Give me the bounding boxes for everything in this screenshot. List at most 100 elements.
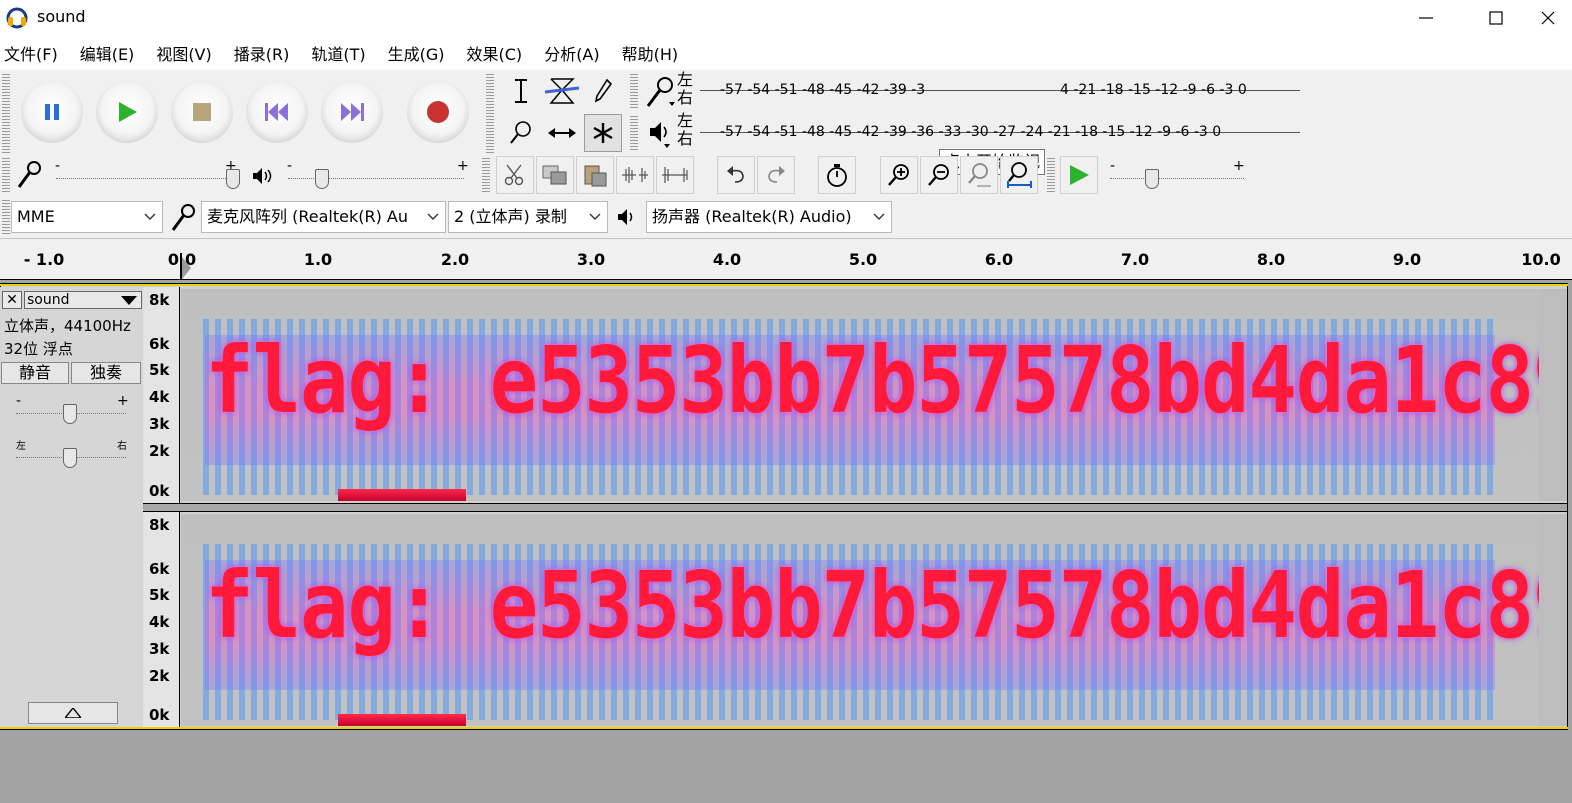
spectrogram-right-channel[interactable]: flag: e5353bb7b57578bd4da1c898a8e2d767 (181, 514, 1539, 726)
stop-icon (193, 103, 211, 121)
record-channel-left-label: 左 (677, 70, 694, 89)
spectrogram-left-channel[interactable]: flag: e5353bb7b57578bd4da1c898a8e2d767 (181, 289, 1539, 501)
menu-file[interactable]: 文件(F) (0, 41, 58, 65)
audio-host-select[interactable]: MME (11, 201, 163, 233)
play-icon (119, 102, 137, 122)
play-meter-speaker-icon[interactable] (648, 118, 674, 148)
track-name-menu[interactable]: sound (24, 291, 142, 309)
toolbar-grip[interactable] (2, 74, 10, 154)
play-speed-slider[interactable] (1110, 178, 1244, 179)
output-volume-thumb[interactable] (315, 169, 329, 189)
zoom-out-button[interactable] (920, 156, 958, 194)
record-meter-mic-icon[interactable] (645, 76, 677, 110)
toolbar-grip[interactable] (486, 74, 494, 154)
toolbar-grip[interactable] (630, 74, 638, 110)
play-speed-thumb[interactable] (1145, 169, 1159, 189)
pan-thumb[interactable] (63, 448, 77, 468)
freq-label: 8k (149, 516, 170, 534)
ruler-label: 9.0 (1392, 250, 1422, 269)
recording-device-select[interactable]: 麦克风阵列 (Realtek(R) Au (201, 201, 446, 233)
mute-button[interactable]: 静音 (1, 362, 69, 384)
menu-generate[interactable]: 生成(G) (384, 41, 445, 65)
multi-tool-button[interactable] (584, 114, 622, 152)
stop-button[interactable] (171, 81, 233, 143)
record-button[interactable] (407, 81, 469, 143)
menu-analyze[interactable]: 分析(A) (540, 41, 599, 65)
menu-bar: 文件(F) 编辑(E) 视图(V) 播录(R) 轨道(T) 生成(G) 效果(C… (0, 36, 1572, 70)
recording-channels-select[interactable]: 2 (立体声) 录制 (448, 201, 608, 233)
menu-transport[interactable]: 播录(R) (230, 41, 290, 65)
selection-tool-button[interactable] (502, 72, 540, 110)
menu-edit[interactable]: 编辑(E) (76, 41, 135, 65)
toolbar-grip[interactable] (482, 158, 490, 192)
close-button[interactable] (1524, 0, 1572, 36)
toolbar-grip[interactable] (630, 116, 638, 152)
output-volume-min-label: - (287, 158, 293, 174)
play-speed-min-label: - (1110, 158, 1116, 174)
solo-button[interactable]: 独奏 (71, 362, 141, 384)
freq-label: 5k (149, 586, 170, 604)
fit-selection-button[interactable] (960, 156, 998, 194)
zoom-out-icon (928, 164, 949, 186)
toolbar-grip[interactable] (2, 158, 10, 192)
asterisk-icon (593, 123, 613, 143)
track-focus-border-top (0, 284, 1568, 286)
freq-label: 2k (149, 667, 170, 685)
trim-button[interactable] (616, 156, 654, 194)
trim-audio-icon (622, 167, 648, 183)
timeline-ruler[interactable]: - 1.0 0.0 1.0 2.0 3.0 4.0 5.0 6.0 7.0 8.… (0, 238, 1572, 280)
spectrogram-low-energy (338, 714, 466, 726)
track-name-label: sound (27, 292, 70, 308)
track-end-region (1539, 514, 1567, 726)
timer-record-button[interactable] (818, 156, 856, 194)
chevron-down-icon (425, 202, 441, 232)
menu-tracks[interactable]: 轨道(T) (307, 41, 365, 65)
copy-icon (542, 165, 567, 185)
collapse-track-button[interactable] (28, 702, 118, 724)
track-close-button[interactable]: ✕ (2, 291, 22, 309)
output-volume-speaker-icon (253, 168, 272, 184)
toolbar-grip[interactable] (2, 200, 10, 234)
undo-button[interactable] (717, 156, 755, 194)
channel-divider[interactable] (143, 503, 1567, 512)
pause-button[interactable] (21, 81, 83, 143)
minimize-button[interactable] (1394, 0, 1458, 36)
toolbar-grip[interactable] (1047, 158, 1055, 192)
freq-label: 3k (149, 415, 170, 433)
silence-button[interactable] (656, 156, 694, 194)
paste-button[interactable] (576, 156, 614, 194)
zoom-tool-button[interactable] (502, 114, 540, 152)
envelope-tool-button[interactable] (543, 72, 581, 110)
menu-help[interactable]: 帮助(H) (618, 41, 679, 65)
recording-channels-value: 2 (立体声) 录制 (454, 207, 567, 226)
ruler-label: 7.0 (1120, 250, 1150, 269)
ruler-label: 10.0 (1521, 250, 1561, 269)
freq-label: 4k (149, 613, 170, 631)
input-volume-thumb[interactable] (226, 169, 240, 189)
title-bar: sound (0, 0, 1572, 36)
time-shift-tool-button[interactable] (543, 114, 581, 152)
skip-to-end-button[interactable] (321, 81, 383, 143)
audio-host-value: MME (17, 207, 55, 226)
record-meter-channels: 左 右 (677, 71, 693, 107)
play-at-speed-button[interactable] (1060, 156, 1098, 194)
gain-thumb[interactable] (63, 404, 77, 424)
play-button[interactable] (96, 81, 158, 143)
input-volume-slider[interactable] (56, 178, 232, 179)
maximize-button[interactable] (1464, 0, 1528, 36)
fit-project-button[interactable] (1000, 156, 1038, 194)
play-head-triangle-icon[interactable] (182, 257, 192, 279)
zoom-in-button[interactable] (880, 156, 918, 194)
cut-button[interactable] (496, 156, 534, 194)
input-volume-min-label: - (55, 158, 61, 174)
copy-button[interactable] (536, 156, 574, 194)
skip-to-start-button[interactable] (246, 81, 308, 143)
menu-view[interactable]: 视图(V) (152, 41, 211, 65)
draw-tool-button[interactable] (584, 72, 622, 110)
track-format-info: 立体声，44100Hz (4, 317, 131, 335)
spectrogram-hidden-text: flag: e5353bb7b57578bd4da1c898a8e2d767 (205, 327, 1539, 434)
playback-device-select[interactable]: 扬声器 (Realtek(R) Audio) (646, 201, 892, 233)
redo-button[interactable] (757, 156, 795, 194)
ruler-label: 6.0 (984, 250, 1014, 269)
menu-effect[interactable]: 效果(C) (463, 41, 523, 65)
